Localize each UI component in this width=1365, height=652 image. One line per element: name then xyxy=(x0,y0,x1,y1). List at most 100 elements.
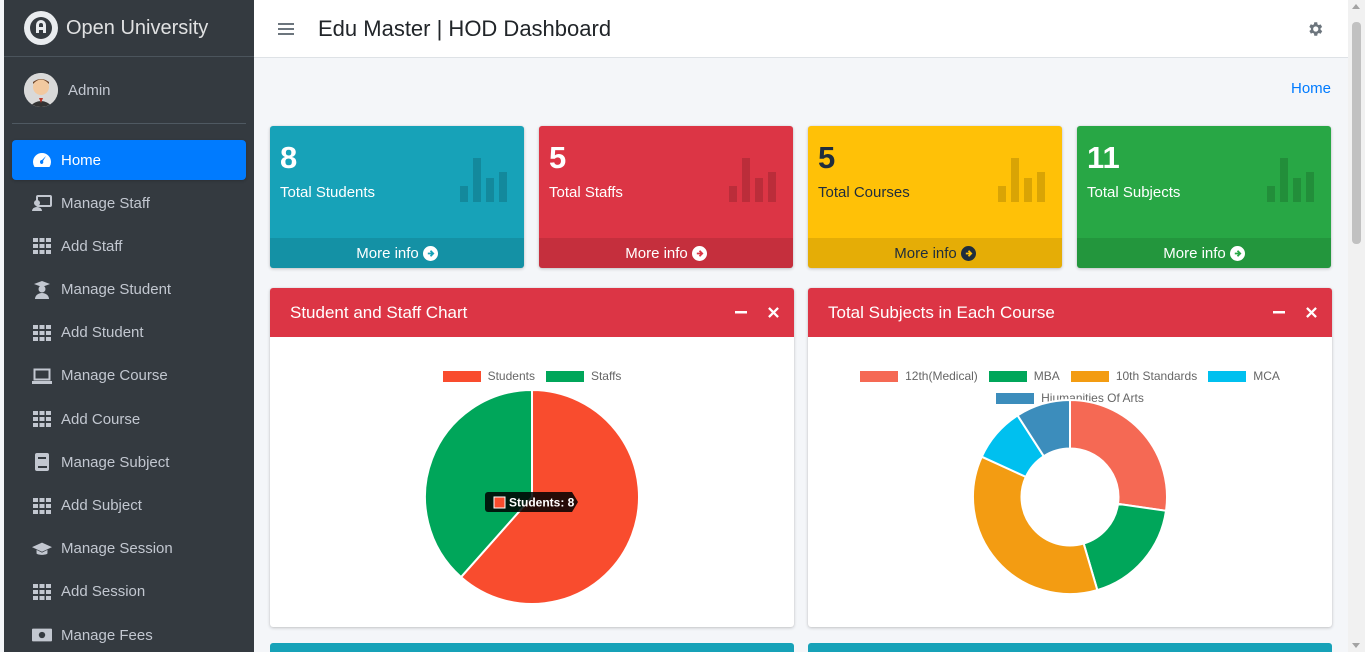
sidebar-item-add-subject[interactable]: Add Subject xyxy=(12,486,246,526)
sidebar-item-label: Add Subject xyxy=(61,497,142,514)
tachometer-icon xyxy=(32,151,52,169)
pie-chart: Students: 8 xyxy=(424,388,640,605)
sidebar-item-label: Add Session xyxy=(61,583,146,601)
legend-item[interactable]: MCA xyxy=(1208,365,1280,387)
sidebar-nav: Home Manage Staff Add Staff Manage Stude… xyxy=(4,124,254,652)
sidebar-item-add-course[interactable]: Add Course xyxy=(12,399,246,439)
university-logo-icon xyxy=(24,11,58,45)
sidebar-item-add-session[interactable]: Add Session xyxy=(12,572,246,612)
sidebar-item-label: Manage Fees xyxy=(61,626,153,644)
sidebar-item-manage-subject[interactable]: Manage Subject xyxy=(12,442,246,482)
sidebar-item-manage-course[interactable]: Manage Course xyxy=(12,356,246,396)
chart-slice-10th-standards[interactable] xyxy=(972,455,1099,595)
graduation-cap-icon xyxy=(32,540,52,558)
sidebar-item-label: Add Course xyxy=(61,410,141,428)
sidebar-item-manage-session[interactable]: Manage Session xyxy=(12,529,246,569)
card-tools xyxy=(1272,303,1318,321)
minus-icon[interactable] xyxy=(1272,303,1286,321)
student-staff-chart-card: Student and Staff Chart Students Staffs S… xyxy=(270,288,794,627)
legend-item[interactable]: 10th Standards xyxy=(1070,365,1198,387)
more-info-link[interactable]: More info xyxy=(539,238,793,268)
doughnut-chart xyxy=(972,398,1168,595)
user-name: Admin xyxy=(68,81,111,99)
grid-icon xyxy=(32,324,52,342)
sidebar-item-add-staff[interactable]: Add Staff xyxy=(12,226,246,266)
gear-icon[interactable] xyxy=(1306,20,1324,38)
top-navbar: Edu Master | HOD Dashboard xyxy=(254,0,1348,58)
chart-tooltip-text: Students: 8 xyxy=(509,496,575,510)
sidebar-item-label: Manage Course xyxy=(61,367,168,385)
card-header: Student and Staff Chart xyxy=(270,288,794,337)
sidebar-item-label: Add Staff xyxy=(61,237,123,255)
grid-icon xyxy=(32,497,52,515)
laptop-icon xyxy=(32,367,52,385)
menu-toggle-icon[interactable] xyxy=(278,20,294,38)
sidebar-item-label: Home xyxy=(61,151,102,169)
sidebar-item-label: Manage Staff xyxy=(61,194,150,212)
close-icon[interactable] xyxy=(1304,303,1318,321)
brand-link[interactable]: Open University xyxy=(4,0,254,57)
more-info-link[interactable]: More info xyxy=(1077,238,1331,268)
chart-slice-mba[interactable] xyxy=(1082,502,1168,592)
page-title: Edu Master | HOD Dashboard xyxy=(318,15,612,41)
sidebar-item-manage-staff[interactable]: Manage Staff xyxy=(12,183,246,223)
legend-swatch xyxy=(860,370,899,382)
breadcrumb: Home xyxy=(1291,80,1331,97)
stat-box-staffs: 5 Total Staffs More info xyxy=(539,126,793,268)
more-info-label: More info xyxy=(625,244,688,262)
card-tools xyxy=(734,303,780,321)
bar-chart-icon xyxy=(1267,158,1314,202)
user-graduate-icon xyxy=(32,280,52,299)
chart-tooltip: Students: 8 xyxy=(485,492,578,512)
more-info-label: More info xyxy=(356,244,419,262)
sidebar-item-label: Manage Student xyxy=(61,281,172,299)
sidebar-item-home[interactable]: Home xyxy=(12,140,246,180)
arrow-circle-right-icon xyxy=(960,245,976,261)
scrollbar-thumb[interactable] xyxy=(1352,22,1361,244)
scroll-up-icon[interactable] xyxy=(1352,4,1360,9)
sidebar-item-manage-fees[interactable]: Manage Fees xyxy=(12,615,246,652)
more-info-label: More info xyxy=(1163,244,1226,262)
card-header-partial xyxy=(808,643,1332,652)
chart-slice-12th-medical-[interactable] xyxy=(1069,398,1168,512)
brand-name: Open University xyxy=(66,16,209,39)
grid-icon xyxy=(32,410,52,428)
bar-chart-icon xyxy=(729,158,776,202)
bar-chart-icon xyxy=(998,158,1045,202)
legend-label: MBA xyxy=(1033,369,1060,383)
scroll-down-icon[interactable] xyxy=(1352,643,1360,648)
minus-icon[interactable] xyxy=(734,303,748,321)
page-scrollbar[interactable] xyxy=(1348,0,1365,652)
grid-icon xyxy=(32,237,52,255)
more-info-label: More info xyxy=(894,244,957,262)
legend-label: 10th Standards xyxy=(1115,369,1198,383)
sidebar: Open University Admin Home Manage Staff xyxy=(4,0,254,652)
arrow-circle-right-icon xyxy=(1229,245,1245,261)
card-title: Student and Staff Chart xyxy=(290,302,468,322)
arrow-circle-right-icon xyxy=(691,245,707,261)
breadcrumb-home-link[interactable]: Home xyxy=(1291,80,1331,97)
close-icon[interactable] xyxy=(766,303,780,321)
book-icon xyxy=(32,453,52,472)
legend-item[interactable]: MBA xyxy=(988,365,1060,387)
legend-swatch xyxy=(1070,370,1109,382)
stat-box-subjects: 11 Total Subjects More info xyxy=(1077,126,1331,268)
card-header-partial xyxy=(270,643,794,652)
grid-icon xyxy=(32,583,52,601)
stat-box-courses: 5 Total Courses More info xyxy=(808,126,1062,268)
sidebar-item-manage-student[interactable]: Manage Student xyxy=(12,270,246,310)
legend-label: 12th(Medical) xyxy=(905,369,978,383)
stat-box-students: 8 Total Students More info xyxy=(270,126,524,268)
card-header: Total Subjects in Each Course xyxy=(808,288,1332,337)
legend-item[interactable]: 12th(Medical) xyxy=(860,365,978,387)
legend-swatch xyxy=(1208,370,1247,382)
sidebar-item-add-student[interactable]: Add Student xyxy=(12,313,246,353)
card-title: Total Subjects in Each Course xyxy=(828,302,1055,322)
user-panel[interactable]: Admin xyxy=(12,57,246,124)
subjects-per-course-card: Total Subjects in Each Course 12th(Medic… xyxy=(808,288,1332,627)
more-info-link[interactable]: More info xyxy=(808,238,1062,268)
bar-chart-icon xyxy=(460,158,507,202)
sidebar-item-label: Manage Session xyxy=(61,540,173,558)
more-info-link[interactable]: More info xyxy=(270,238,524,268)
sidebar-item-label: Add Student xyxy=(61,324,144,342)
